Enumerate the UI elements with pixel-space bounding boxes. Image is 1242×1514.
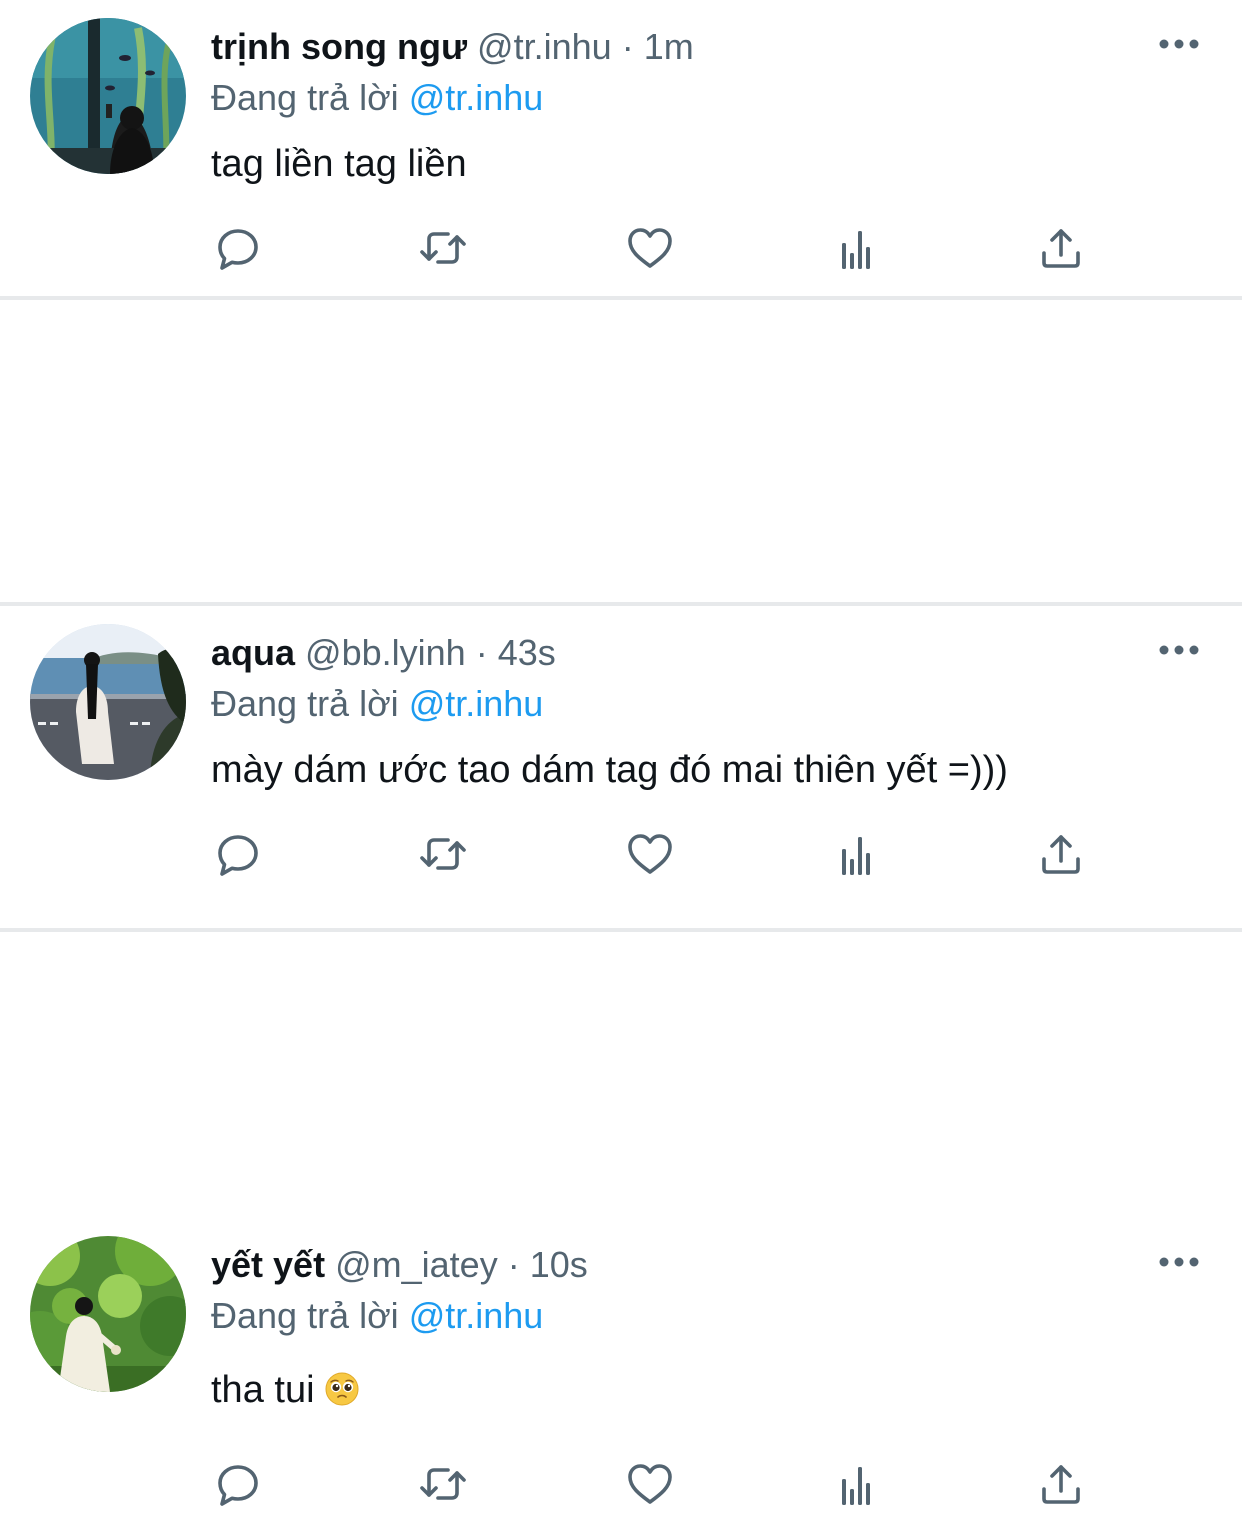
divider <box>0 928 1242 932</box>
like-button[interactable] <box>620 1454 680 1514</box>
share-icon <box>1042 1465 1080 1504</box>
username[interactable]: @tr.inhu <box>477 26 612 67</box>
timestamp[interactable]: 1m <box>644 26 694 67</box>
tweet-text: tag liền tag liền <box>211 143 467 185</box>
pleading-face-emoji-icon <box>325 1372 359 1406</box>
tweet-header: trịnh song ngư @tr.inhu · 1m <box>211 22 694 72</box>
reply-icon <box>218 229 258 270</box>
retweet-icon <box>420 1468 466 1500</box>
replying-to: Đang trả lời @tr.inhu <box>211 1291 543 1341</box>
retweet-button[interactable] <box>413 218 473 278</box>
replying-to-label: Đang trả lời <box>211 1295 399 1336</box>
retweet-button[interactable] <box>413 1454 473 1514</box>
like-icon <box>628 228 672 268</box>
reply-icon <box>218 1465 258 1506</box>
share-button[interactable] <box>1031 218 1091 278</box>
like-icon <box>628 1464 672 1504</box>
tweet-text-body: tha tui <box>211 1369 315 1411</box>
timestamp[interactable]: 10s <box>530 1244 588 1285</box>
more-icon <box>1159 1257 1199 1267</box>
share-icon <box>1042 229 1080 268</box>
tweet-actions <box>0 218 1242 278</box>
analytics-icon <box>842 1467 870 1505</box>
analytics-button[interactable] <box>826 1454 886 1514</box>
reply-button[interactable] <box>208 218 268 278</box>
reply-feed: trịnh song ngư @tr.inhu · 1m Đang trả lờ… <box>0 0 1242 1506</box>
replying-to-label: Đang trả lời <box>211 77 399 118</box>
more-options-button[interactable] <box>1158 1254 1200 1270</box>
like-button[interactable] <box>620 218 680 278</box>
avatar-aquarium-photo <box>30 18 186 174</box>
tweet-actions <box>0 1454 1242 1514</box>
avatar[interactable] <box>30 18 186 174</box>
analytics-button[interactable] <box>826 218 886 278</box>
mention-link[interactable]: @tr.inhu <box>409 1295 544 1336</box>
more-options-button[interactable] <box>1158 36 1200 52</box>
meta-separator: · <box>621 26 634 67</box>
replying-to: Đang trả lời @tr.inhu <box>211 73 543 123</box>
avatar[interactable] <box>30 1236 186 1392</box>
avatar-forest-photo <box>30 1236 186 1392</box>
more-icon <box>1159 39 1199 49</box>
tweet[interactable]: yết yết @m_iatey · 10s Đang trả lời @tr.… <box>0 606 1242 1506</box>
display-name[interactable]: trịnh song ngư <box>211 26 467 67</box>
tweet[interactable]: trịnh song ngư @tr.inhu · 1m Đang trả lờ… <box>0 0 1242 296</box>
reply-button[interactable] <box>208 1454 268 1514</box>
analytics-icon <box>842 231 870 269</box>
retweet-icon <box>420 232 466 264</box>
tweet-header: yết yết @m_iatey · 10s <box>211 1240 588 1290</box>
tweet[interactable]: aqua @bb.lyinh · 43s Đang trả lời @tr.in… <box>0 300 1242 876</box>
mention-link[interactable]: @tr.inhu <box>409 77 544 118</box>
tweet-text: tha tui <box>211 1362 359 1418</box>
share-button[interactable] <box>1031 1454 1091 1514</box>
username[interactable]: @m_iatey <box>335 1244 498 1285</box>
display-name[interactable]: yết yết <box>211 1244 325 1285</box>
meta-separator: · <box>507 1244 520 1285</box>
